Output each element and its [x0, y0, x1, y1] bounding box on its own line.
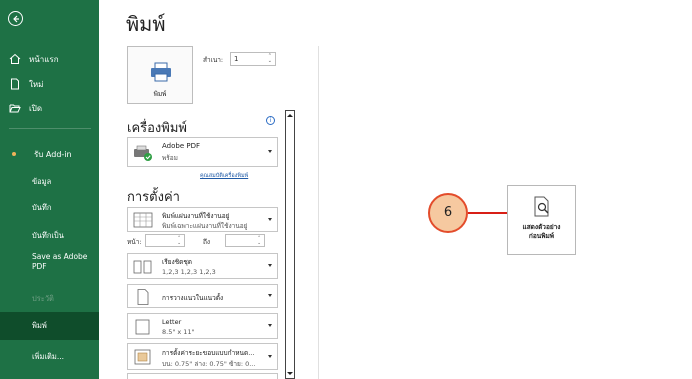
printer-status: พร้อม [162, 154, 178, 162]
printer-section-heading: เครื่องพิมพ์ [127, 121, 187, 136]
collate-select[interactable]: เรียงชิดชุด 1,2,3 1,2,3 1,2,3 [127, 253, 278, 279]
chevron-down-icon [268, 294, 272, 297]
stepper-arrows-icon[interactable]: ⌃ ⌄ [177, 236, 181, 246]
pages-to-label: ถึง [203, 238, 211, 246]
collate-line1: เรียงชิดชุด [162, 258, 192, 266]
sidebar-item-get-addins[interactable]: รับ Add-in [9, 147, 72, 161]
step-number-badge: 6 [428, 193, 468, 233]
scaling-select[interactable] [127, 373, 278, 379]
sidebar-item-new[interactable]: ใหม่ [9, 77, 43, 91]
notification-dot-icon [12, 152, 16, 156]
backstage-sidebar: หน้าแรก ใหม่ เปิด รับ Add-in ข้อมูล บันท… [0, 0, 99, 379]
info-icon[interactable]: i [266, 116, 275, 125]
portrait-icon [133, 289, 153, 305]
sidebar-active-highlight [0, 312, 99, 340]
collate-line2: 1,2,3 1,2,3 1,2,3 [162, 268, 216, 276]
margins-icon [133, 349, 153, 365]
sidebar-item-label: ใหม่ [29, 79, 44, 89]
paper-size-line1: Letter [162, 318, 182, 326]
orientation-line1: การวางแนวในแนวตั้ง [162, 294, 224, 302]
sidebar-item-save-as[interactable]: บันทึกเป็น [32, 229, 64, 243]
print-what-line2: พิมพ์เฉพาะแผ่นงานที่ใช้งานอยู่ [162, 222, 248, 230]
sidebar-item-save-as-adobe-pdf[interactable]: Save as Adobe PDF [32, 252, 92, 276]
printer-properties-link[interactable]: คุณสมบัติเครื่องพิมพ์ [200, 172, 248, 180]
sidebar-item-open[interactable]: เปิด [9, 101, 42, 115]
sidebar-item-label: หน้าแรก [29, 54, 59, 64]
sidebar-item-home[interactable]: หน้าแรก [9, 52, 59, 66]
print-preview-label-line1: แสดงตัวอย่าง [522, 223, 561, 231]
callout-arrow-line [468, 212, 508, 214]
print-preview-label: แสดงตัวอย่าง ก่อนพิมพ์ [508, 223, 575, 241]
sidebar-item-label: พิมพ์ [32, 321, 47, 330]
back-arrow-icon[interactable] [8, 11, 23, 26]
collate-icon [133, 259, 153, 275]
sidebar-divider [9, 128, 91, 129]
pdf-printer-icon [133, 144, 153, 161]
new-file-icon [9, 78, 21, 90]
sidebar-item-save[interactable]: บันทึก [32, 201, 51, 215]
sheet-icon [133, 212, 153, 228]
chevron-down-icon [268, 150, 272, 153]
print-what-select[interactable]: พิมพ์แผ่นงานที่ใช้งานอยู่ พิมพ์เฉพาะแผ่น… [127, 207, 278, 232]
pages-to-input[interactable]: ⌃ ⌄ [225, 234, 265, 247]
print-button[interactable]: พิมพ์ [127, 46, 193, 104]
chevron-down-icon [268, 217, 272, 221]
chevron-down-icon [268, 324, 272, 327]
sidebar-item-label: ประวัติ [32, 294, 54, 303]
print-preview-button[interactable]: แสดงตัวอย่าง ก่อนพิมพ์ [507, 185, 576, 255]
scroll-down-arrow-icon[interactable] [287, 372, 293, 375]
sidebar-item-label: บันทึกเป็น [32, 231, 64, 240]
pages-from-input[interactable]: ⌃ ⌄ [145, 234, 185, 247]
margins-line1: การตั้งค่าระยะขอบแบบกำหนด... [162, 349, 255, 357]
paper-size-select[interactable]: Letter 8.5" x 11" [127, 313, 278, 339]
sidebar-item-history: ประวัติ [32, 292, 54, 306]
paper-size-icon [133, 319, 153, 335]
copies-label: สำเนา: [203, 56, 224, 64]
stepper-arrows-icon[interactable]: ⌃ ⌄ [257, 236, 261, 246]
sidebar-item-more[interactable]: เพิ่มเติม... [32, 350, 64, 364]
printer-name: Adobe PDF [162, 142, 201, 150]
orientation-select[interactable]: การวางแนวในแนวตั้ง [127, 284, 278, 308]
printer-select[interactable]: Adobe PDF พร้อม [127, 137, 278, 167]
sidebar-item-label: บันทึก [32, 203, 52, 212]
settings-section-heading: การตั้งค่า [127, 190, 180, 205]
print-preview-label-line2: ก่อนพิมพ์ [528, 232, 555, 240]
chevron-down-icon [268, 264, 272, 267]
printer-icon [150, 62, 172, 86]
sidebar-item-label: เปิด [29, 103, 43, 113]
print-what-line1: พิมพ์แผ่นงานที่ใช้งานอยู่ [162, 212, 230, 220]
sidebar-item-label: ข้อมูล [32, 177, 52, 186]
print-button-label: พิมพ์ [153, 90, 167, 98]
folder-open-icon [9, 102, 21, 114]
stepper-arrows-icon[interactable]: ⌃ ⌄ [268, 54, 272, 64]
magnifier-page-icon [533, 196, 553, 222]
margins-select[interactable]: การตั้งค่าระยะขอบแบบกำหนด... บน: 0.75" ล… [127, 343, 278, 370]
sidebar-item-label: Save as Adobe PDF [32, 252, 88, 271]
pages-label: หน้า: [127, 238, 142, 246]
chevron-down-icon [268, 354, 272, 358]
paper-size-line2: 8.5" x 11" [162, 328, 195, 336]
page-title: พิมพ์ [126, 12, 166, 36]
sidebar-item-print[interactable]: พิมพ์ [32, 319, 47, 333]
scroll-up-arrow-icon[interactable] [287, 114, 293, 117]
settings-scrollbar[interactable] [285, 110, 295, 379]
home-icon [9, 53, 21, 65]
copies-stepper[interactable]: 1 ⌃ ⌄ [230, 52, 276, 66]
margins-line2: บน: 0.75" ล่าง: 0.75" ซ้าย: 0... [162, 360, 256, 368]
sidebar-item-label: เพิ่มเติม... [32, 352, 64, 361]
sidebar-item-label: รับ Add-in [34, 149, 72, 159]
sidebar-item-info[interactable]: ข้อมูล [32, 175, 51, 189]
copies-value: 1 [234, 55, 239, 63]
preview-divider [318, 46, 319, 379]
